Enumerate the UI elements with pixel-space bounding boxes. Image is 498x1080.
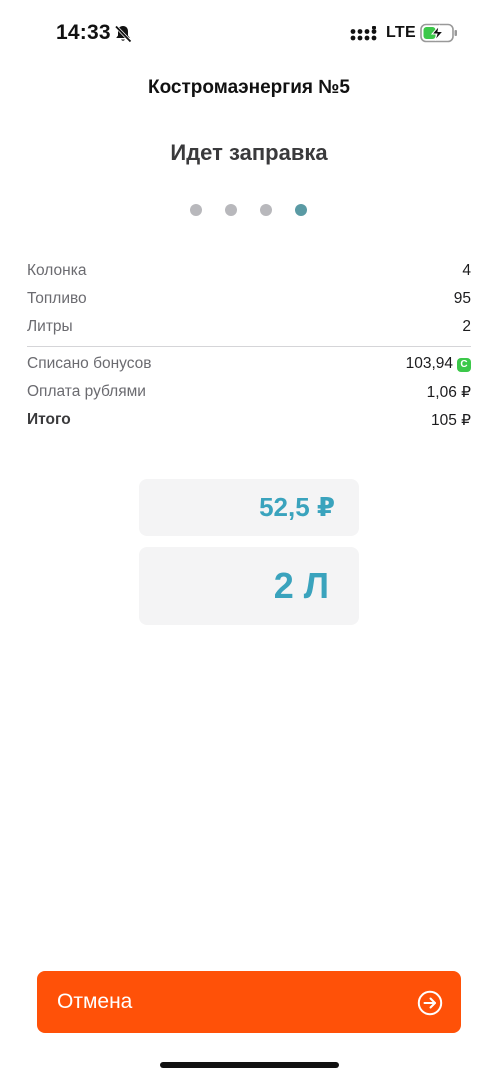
step-dot: [190, 204, 202, 216]
signal-icon: [350, 26, 377, 41]
status-time: 14:33: [56, 21, 111, 44]
step-dot-active: [295, 204, 307, 216]
dispensed-amount: 52,5 ₽: [139, 479, 359, 536]
liters-label: Литры: [27, 318, 73, 335]
refueling-screen: 14:33 LTE Костромаэнергия №5 Идет заправ…: [0, 0, 498, 1080]
network-type: LTE: [386, 24, 416, 41]
bonus-value-wrap: 103,94 С: [406, 355, 471, 373]
detail-row-bonus: Списано бонусов 103,94 С: [27, 351, 471, 379]
detail-row-fuel: Топливо 95: [27, 286, 471, 314]
step-dot: [260, 204, 272, 216]
detail-row-total: Итого 105 ₽: [27, 407, 471, 435]
rubles-label: Оплата рублями: [27, 383, 146, 400]
total-value: 105 ₽: [430, 412, 471, 429]
detail-row-liters: Литры 2: [27, 314, 471, 342]
rubles-value: 1,06 ₽: [426, 384, 471, 401]
detail-row-pump: Колонка 4: [27, 258, 471, 286]
bonus-coin-icon: С: [457, 358, 471, 372]
divider: [27, 346, 471, 347]
step-dot: [225, 204, 237, 216]
dispensed-liters: 2 Л: [139, 547, 359, 625]
bell-slash-icon: [114, 25, 132, 43]
refuel-details: Колонка 4 Топливо 95 Литры 2 Списано бон…: [27, 258, 471, 435]
liters-value: 2: [462, 318, 471, 335]
cancel-label: Отмена: [57, 990, 133, 1013]
arrow-right-circle-icon: [417, 990, 443, 1016]
battery-charging-icon: [420, 23, 457, 43]
pump-label: Колонка: [27, 262, 87, 279]
bonus-value: 103,94: [405, 355, 453, 372]
fuel-label: Топливо: [27, 290, 87, 307]
total-label: Итого: [27, 411, 71, 428]
bonus-label: Списано бонусов: [27, 355, 152, 372]
home-indicator: [160, 1062, 339, 1068]
status-bar: 14:33 LTE: [0, 0, 498, 70]
cancel-button[interactable]: Отмена: [37, 971, 461, 1033]
fuel-value: 95: [453, 290, 471, 307]
station-title: Костромаэнергия №5: [147, 77, 350, 98]
pump-value: 4: [462, 262, 471, 279]
page-title: Идет заправка: [170, 140, 328, 165]
detail-row-rubles: Оплата рублями 1,06 ₽: [27, 379, 471, 407]
step-indicator: [190, 204, 310, 218]
